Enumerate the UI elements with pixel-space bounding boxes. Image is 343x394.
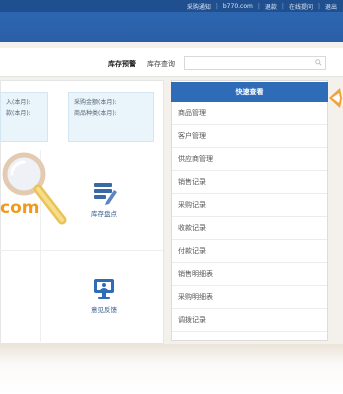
divider: | (281, 2, 284, 10)
quick-item-payment-records[interactable]: 付款记录 (172, 240, 327, 263)
inventory-check-icon (94, 183, 117, 205)
top-link-purchase-notice[interactable]: 采购通知 (187, 2, 211, 11)
brand-watermark-text: com (0, 198, 40, 218)
stat-sales-payment: 款(本月): (6, 110, 31, 117)
top-link-online-ask[interactable]: 在线提问 (289, 2, 313, 11)
top-link-site[interactable]: b770.com (223, 3, 253, 10)
search-icon[interactable] (315, 59, 322, 66)
stock-search-box[interactable] (184, 56, 326, 77)
rocket-icon[interactable] (326, 84, 343, 112)
feedback-icon (94, 279, 114, 299)
tile-inventory-check-label: 库存盘点 (91, 210, 117, 218)
quick-item-purchase-detail[interactable]: 采购明细表 (172, 286, 327, 309)
tile-feedback-label: 意见反馈 (91, 306, 117, 314)
top-link-refund[interactable]: 退款 (265, 2, 277, 11)
stat-purchase-amount: 采购金额(本月): (74, 99, 117, 106)
quick-item-transfer-records[interactable]: 调拨记录 (172, 309, 327, 332)
quick-item-sales-detail[interactable]: 销售明细表 (172, 263, 327, 286)
stock-query-label: 库存查询 (147, 60, 175, 68)
stat-sales-income: 入(本月): (6, 99, 31, 106)
page-footer-area (0, 344, 343, 394)
stock-alert-link[interactable]: 库存预警 (108, 59, 136, 69)
quick-item-product-mgmt[interactable]: 商品管理 (172, 102, 327, 125)
top-link-logout[interactable]: 退出 (325, 2, 337, 11)
quick-view-title: 快速查看 (171, 82, 328, 102)
divider: | (215, 2, 218, 10)
stock-search-input[interactable] (185, 65, 311, 77)
divider: | (317, 2, 320, 10)
divider (0, 250, 163, 251)
quick-item-sales-records[interactable]: 销售记录 (172, 171, 327, 194)
divider: | (257, 2, 260, 10)
quick-item-customer-mgmt[interactable]: 客户管理 (172, 125, 327, 148)
quick-item-supplier-mgmt[interactable]: 供应商管理 (172, 148, 327, 171)
nav-bar (0, 12, 343, 42)
top-links: 采购通知 | b770.com | 退款 | 在线提问 | 退出 (187, 0, 337, 12)
stat-product-types: 商品种类(本月): (74, 110, 117, 117)
tile-feedback[interactable]: 意见反馈 (80, 276, 128, 314)
quick-item-receipt-records[interactable]: 收款记录 (172, 217, 327, 240)
quick-item-purchase-records[interactable]: 采购记录 (172, 194, 327, 217)
tile-inventory-check[interactable]: 库存盘点 (80, 178, 128, 218)
stats-box-purchase: 采购金额(本月): 商品种类(本月): (68, 92, 154, 142)
stats-box-sales: 入(本月): 款(本月): (0, 92, 48, 142)
